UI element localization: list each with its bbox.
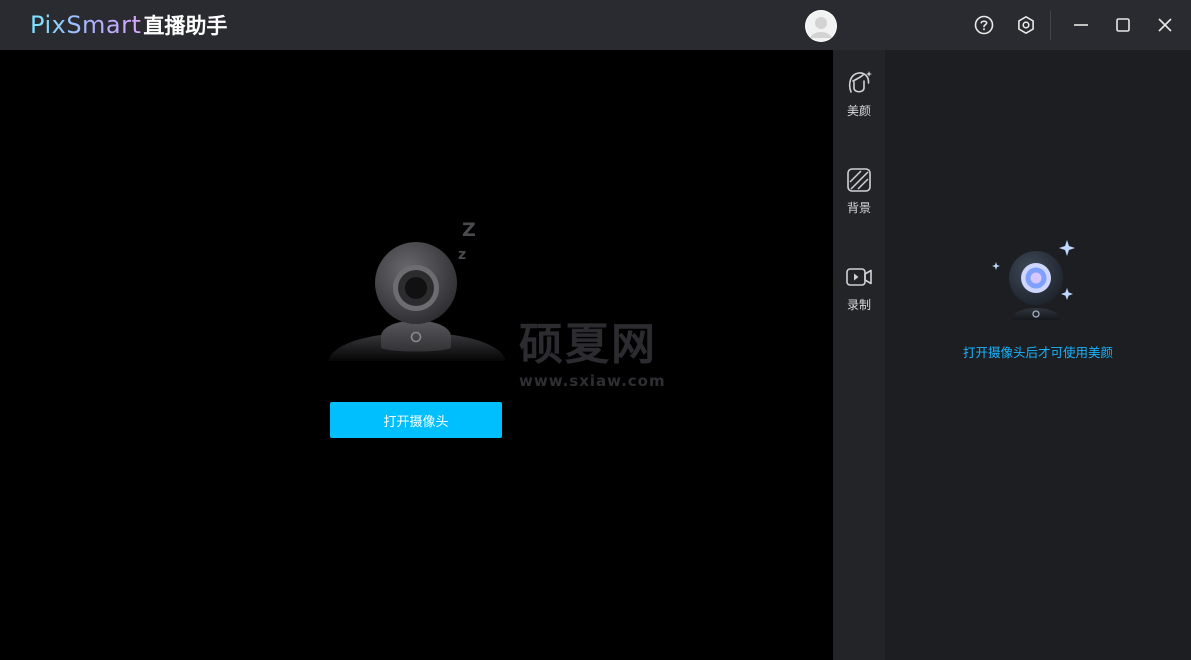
- tool-beauty-label: 美颜: [846, 104, 871, 118]
- watermark: 硕夏网 www.sxiaw.com: [519, 308, 666, 390]
- avatar[interactable]: [805, 10, 837, 42]
- app-logo: PixSmart 直播助手: [30, 10, 227, 40]
- beauty-face-icon: [848, 71, 872, 93]
- tool-background[interactable]: 背景: [833, 165, 885, 216]
- title-bar: PixSmart 直播助手: [0, 0, 1191, 50]
- svg-text:z: z: [458, 247, 466, 263]
- open-camera-button[interactable]: 打开摄像头: [330, 402, 502, 438]
- sleeping-webcam-icon: Z z: [326, 215, 511, 375]
- settings-icon[interactable]: [1014, 13, 1038, 37]
- titlebar-divider: [1050, 11, 1051, 40]
- app-name-cn: 直播助手: [143, 14, 228, 38]
- watermark-text: 硕夏网: [519, 319, 657, 370]
- beauty-hint-text: 打开摄像头后才可使用美颜: [962, 345, 1113, 360]
- tool-record-label: 录制: [846, 298, 871, 312]
- app-name-en: PixSmart: [30, 11, 142, 39]
- record-video-icon: [846, 268, 872, 286]
- beauty-panel: 打开摄像头后才可使用美颜: [885, 50, 1191, 660]
- close-icon[interactable]: [1153, 13, 1177, 37]
- tool-background-label: 背景: [846, 201, 871, 215]
- help-icon[interactable]: [972, 13, 996, 37]
- background-icon: [847, 168, 871, 192]
- tool-beauty[interactable]: 美颜: [833, 68, 885, 119]
- minimize-icon[interactable]: [1069, 13, 1093, 37]
- svg-text:Z: Z: [462, 219, 476, 241]
- sparkle-webcam-icon: [990, 238, 1080, 324]
- maximize-icon[interactable]: [1111, 13, 1135, 37]
- watermark-url: www.sxiaw.com: [519, 372, 666, 390]
- camera-preview-area: Z z 硕夏网 www.sxiaw.com 打开摄像头: [1, 50, 833, 660]
- tool-strip: 美颜 背景 录制: [833, 50, 885, 660]
- tool-record[interactable]: 录制: [833, 262, 885, 313]
